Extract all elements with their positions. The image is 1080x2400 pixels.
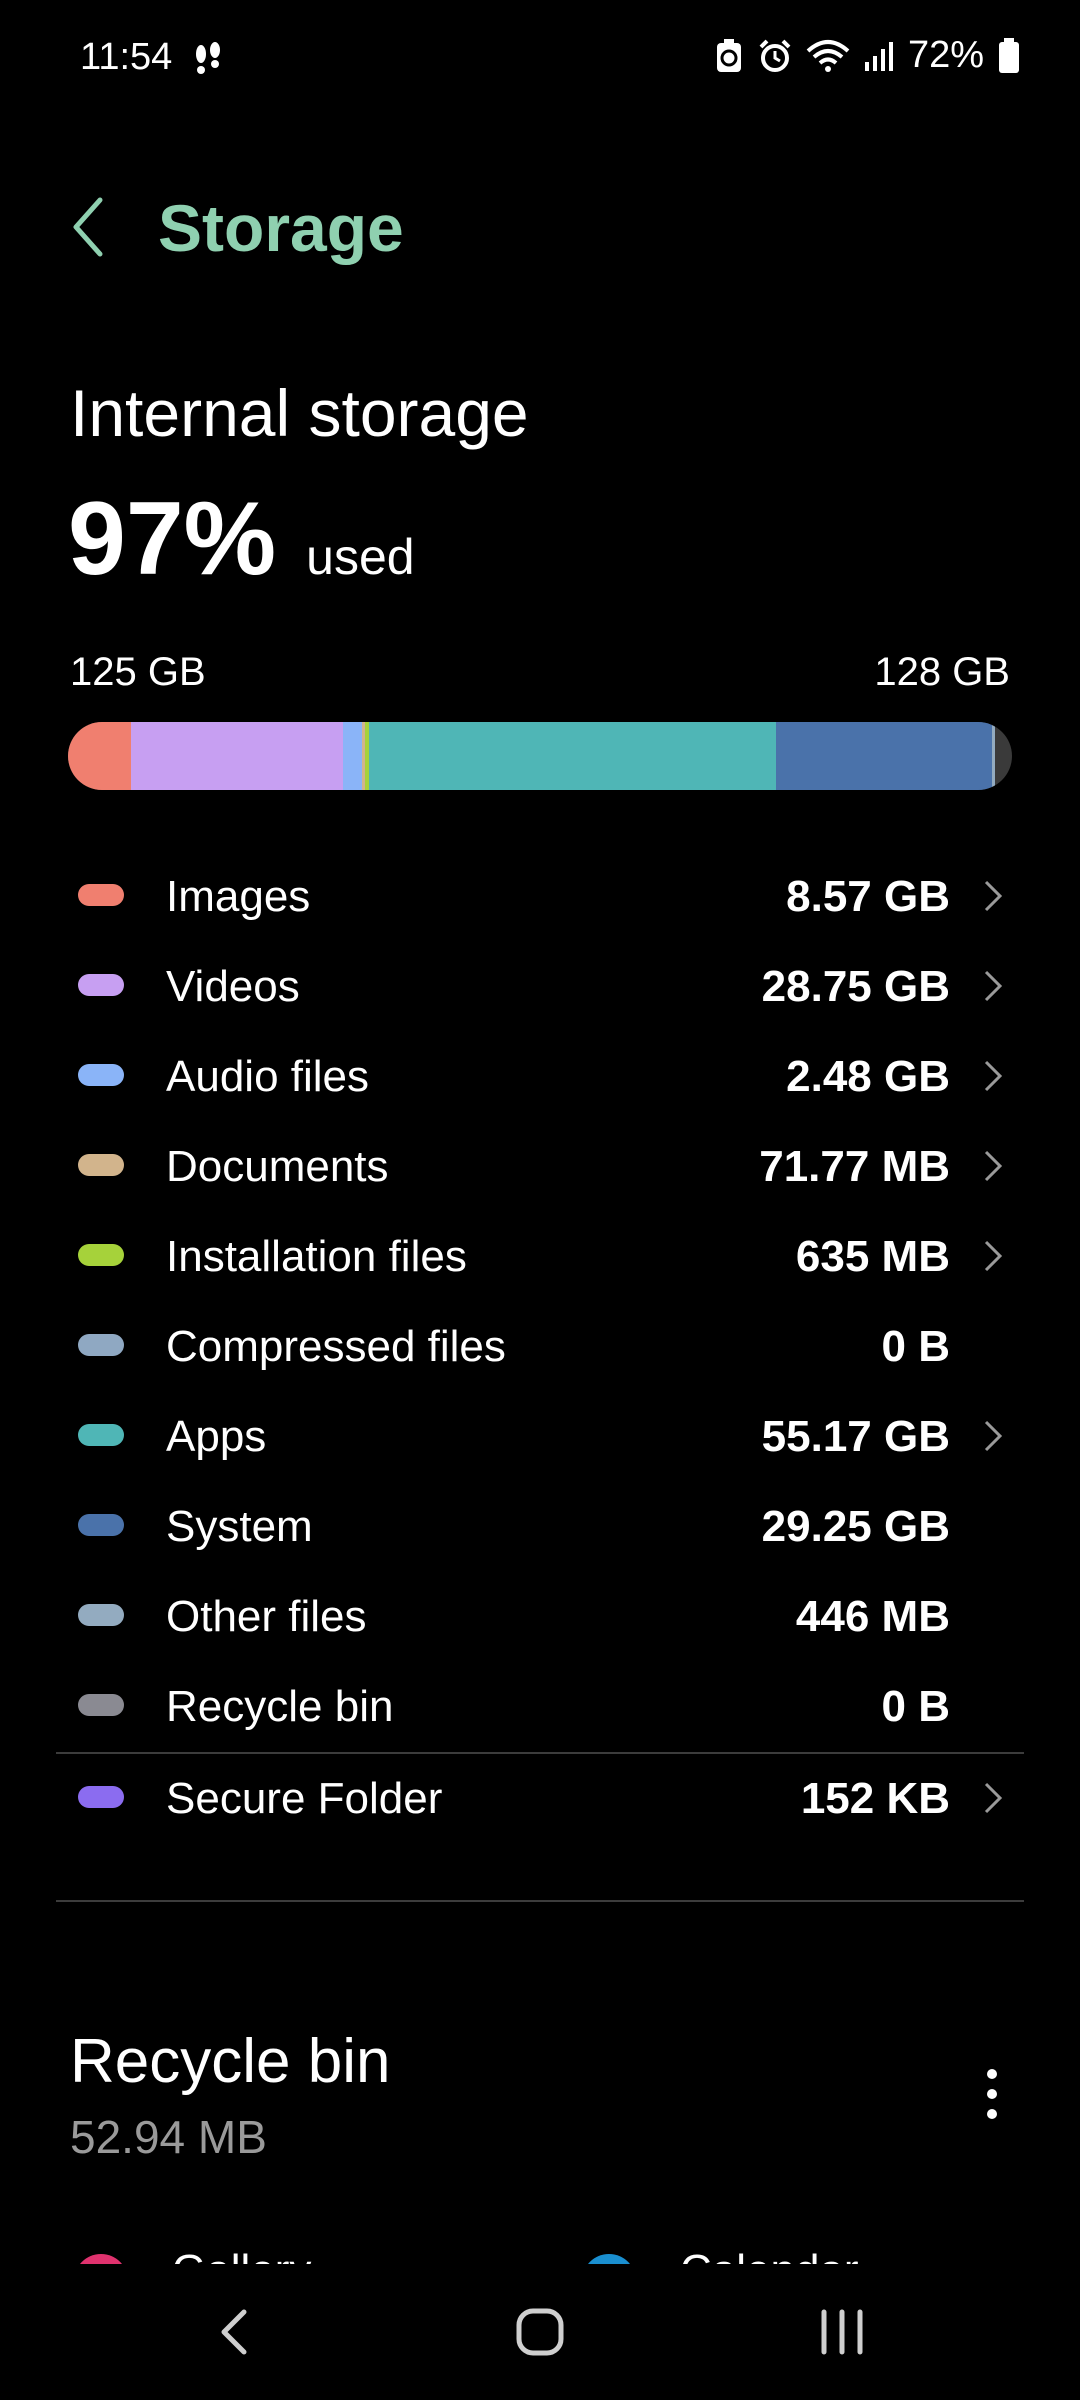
storage-category-row: Compressed files 0 B [0, 1302, 1080, 1392]
navigation-bar [0, 2264, 1080, 2400]
chevron-right-icon [984, 1420, 1003, 1452]
category-color-dot [78, 1604, 124, 1626]
chevron-right-icon [984, 1782, 1003, 1814]
category-color-dot [78, 1694, 124, 1716]
usage-bar-segment [68, 722, 132, 790]
category-size: 2.48 GB [786, 1052, 950, 1101]
footsteps-icon [196, 42, 220, 74]
category-size: 446 MB [795, 1592, 950, 1641]
storage-category-row[interactable]: Apps 55.17 GB [0, 1392, 1080, 1482]
storage-usage-bar [68, 722, 1012, 790]
category-size: 29.25 GB [761, 1502, 950, 1551]
usage-bar-segment [369, 722, 777, 790]
battery-percent: 72% [907, 34, 984, 76]
category-size: 55.17 GB [761, 1412, 950, 1461]
category-label: Images [166, 872, 311, 921]
nav-home-button[interactable] [500, 2300, 580, 2364]
usage-summary: 97% used [68, 480, 415, 599]
recycle-app-gallery[interactable]: Gallery [172, 2246, 311, 2264]
storage-heading: Internal storage [70, 376, 529, 450]
chevron-right-icon [984, 970, 1003, 1002]
storage-category-row[interactable]: Installation files 635 MB [0, 1212, 1080, 1302]
chevron-right-icon [984, 1240, 1003, 1272]
category-label: Documents [166, 1142, 389, 1191]
category-label: System [166, 1502, 313, 1551]
signal-icon [864, 41, 893, 71]
storage-category-row[interactable]: Documents 71.77 MB [0, 1122, 1080, 1212]
battery-icon [999, 37, 1019, 73]
chevron-right-icon [984, 880, 1003, 912]
category-color-dot [78, 1154, 124, 1176]
category-size: 0 B [881, 1322, 950, 1371]
nav-recents-button[interactable] [802, 2300, 882, 2364]
usage-bar-segment [131, 722, 344, 790]
storage-category-row[interactable]: Images 8.57 GB [0, 852, 1080, 942]
usage-percent: 97% [68, 481, 277, 597]
usage-bar-segment [343, 722, 362, 790]
recycle-bin-size: 52.94 MB [70, 2111, 267, 2163]
usage-bar-segment [991, 722, 996, 790]
category-color-dot [78, 1424, 124, 1446]
category-label: Other files [166, 1592, 367, 1641]
recycle-bin-apps: Gallery Calendar [0, 2230, 1080, 2264]
gallery-app-icon[interactable] [74, 2254, 128, 2264]
storage-category-row: System 29.25 GB [0, 1482, 1080, 1572]
category-color-dot [78, 974, 124, 996]
chevron-right-icon [984, 1060, 1003, 1092]
category-size: 635 MB [795, 1232, 950, 1281]
category-size: 28.75 GB [761, 962, 950, 1011]
category-color-dot [78, 1334, 124, 1356]
storage-category-row: Recycle bin 0 B [0, 1662, 1080, 1752]
calendar-app-icon[interactable] [582, 2254, 636, 2264]
category-label: Installation files [166, 1232, 467, 1281]
storage-category-row: Other files 446 MB [0, 1572, 1080, 1662]
category-color-dot [78, 1244, 124, 1266]
category-label: Apps [166, 1412, 267, 1461]
category-size: 152 KB [800, 1774, 950, 1823]
chevron-right-icon [984, 1150, 1003, 1182]
app-header: Storage [0, 180, 1080, 280]
category-label: Compressed files [166, 1322, 506, 1371]
recycle-bin-title: Recycle bin [70, 2027, 391, 2096]
alarm-icon [759, 39, 791, 72]
status-time: 11:54 [80, 36, 173, 78]
category-color-dot [78, 884, 124, 906]
category-label: Audio files [166, 1052, 370, 1101]
category-size: 8.57 GB [786, 872, 950, 921]
status-bar: 11:54 72% [0, 0, 1080, 120]
used-size: 125 GB [70, 650, 206, 694]
category-color-dot [78, 1514, 124, 1536]
usage-used-label: used [306, 529, 415, 585]
category-label: Videos [166, 962, 300, 1011]
secure-folder-row[interactable]: Secure Folder 152 KB [0, 1754, 1080, 1844]
category-color-dot [78, 1064, 124, 1086]
category-label: Recycle bin [166, 1682, 394, 1731]
section-divider [56, 1900, 1024, 1902]
battery-saver-icon [716, 38, 741, 72]
storage-category-list: Images 8.57 GB Videos 28.75 GB Audio files 2.… [0, 852, 1080, 1902]
nav-back-button[interactable] [196, 2300, 276, 2364]
more-options-button[interactable] [982, 2068, 1002, 2120]
page-title: Storage [158, 191, 404, 265]
category-label: Secure Folder [166, 1774, 443, 1823]
status-icons: 72% [714, 34, 1020, 77]
usage-bar-segment [776, 722, 992, 790]
wifi-icon [806, 39, 850, 72]
back-button[interactable] [64, 192, 112, 262]
recycle-app-calendar[interactable]: Calendar [680, 2246, 859, 2264]
storage-category-row[interactable]: Audio files 2.48 GB [0, 1032, 1080, 1122]
storage-category-row[interactable]: Videos 28.75 GB [0, 942, 1080, 1032]
total-size: 128 GB [874, 650, 1010, 694]
category-size: 0 B [881, 1682, 950, 1731]
category-size: 71.77 MB [759, 1142, 950, 1191]
category-color-dot [78, 1786, 124, 1808]
